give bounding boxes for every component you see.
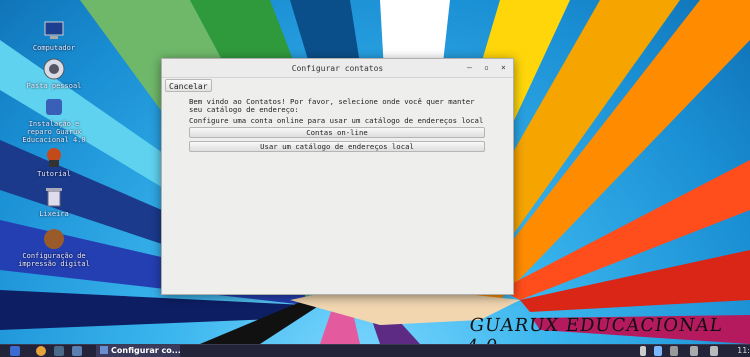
- desktop-icon-install[interactable]: Instalação e reparo Guarux Educacional 4…: [18, 96, 90, 144]
- task-icon: [100, 346, 108, 354]
- configure-contacts-dialog: Configurar contatos – ▫ × Cancelar Bem v…: [161, 58, 514, 295]
- desktop-icon-label: Lixeira: [39, 210, 69, 218]
- desktop-icon-home[interactable]: Pasta pessoal: [18, 58, 90, 90]
- wallpaper-logo: GUARUX EDUCACIONAL 4.0: [465, 315, 725, 344]
- local-catalog-button[interactable]: Usar um catálogo de endereços local: [189, 141, 485, 152]
- online-account-text: Configure uma conta online para usar um …: [189, 116, 484, 125]
- desktop-icon-label: Pasta pessoal: [26, 82, 82, 90]
- terminal-icon[interactable]: [54, 346, 64, 356]
- window-titlebar[interactable]: Configurar contatos – ▫ ×: [162, 59, 513, 78]
- maximize-icon[interactable]: ▫: [484, 63, 489, 72]
- network-icon[interactable]: [654, 346, 662, 356]
- file-manager-icon[interactable]: [72, 346, 82, 356]
- cancel-button[interactable]: Cancelar: [165, 79, 212, 92]
- desktop-icon-trash[interactable]: Lixeira: [18, 186, 90, 218]
- battery-icon[interactable]: [670, 346, 678, 356]
- window-title: Configurar contatos: [291, 64, 384, 73]
- intro-text-line2: seu catálogo de endereço:: [189, 105, 299, 114]
- dialog-content: Bem vindo ao Contatos! Por favor, seleci…: [189, 98, 489, 155]
- installer-icon: [43, 96, 65, 118]
- desktop-icon-label: Tutorial: [37, 170, 71, 178]
- tutorial-icon: [43, 146, 65, 168]
- trash-icon: [43, 186, 65, 208]
- desktop-icon-label: Configuração de impressão digital: [18, 252, 90, 268]
- browser-icon[interactable]: [36, 346, 46, 356]
- close-icon[interactable]: ×: [501, 63, 506, 72]
- volume-icon[interactable]: [710, 346, 718, 356]
- desktop-icon-tutorial[interactable]: Tutorial: [18, 146, 90, 178]
- start-menu-icon[interactable]: [10, 346, 20, 356]
- desktop-icon-computer[interactable]: Computador: [18, 20, 90, 52]
- dialog-toolbar: Cancelar: [162, 78, 513, 95]
- computer-icon: [43, 20, 65, 42]
- taskbar: Configurar co... 11:: [0, 344, 750, 357]
- desktop-icon-print-config[interactable]: Configuração de impressão digital: [18, 228, 90, 268]
- print-config-icon: [43, 228, 65, 250]
- display-icon[interactable]: [690, 346, 698, 356]
- minimize-icon[interactable]: –: [467, 63, 472, 72]
- home-folder-icon: [43, 58, 65, 80]
- clock: 11:: [737, 346, 750, 355]
- taskbar-window-button[interactable]: Configurar co...: [96, 345, 180, 357]
- desktop-icon-label: Instalação e reparo Guarux Educacional 4…: [22, 120, 86, 144]
- task-label: Configurar co...: [111, 346, 180, 355]
- desktop-icon-label: Computador: [32, 44, 76, 52]
- user-icon[interactable]: [640, 346, 646, 356]
- online-accounts-button[interactable]: Contas on-line: [189, 127, 485, 138]
